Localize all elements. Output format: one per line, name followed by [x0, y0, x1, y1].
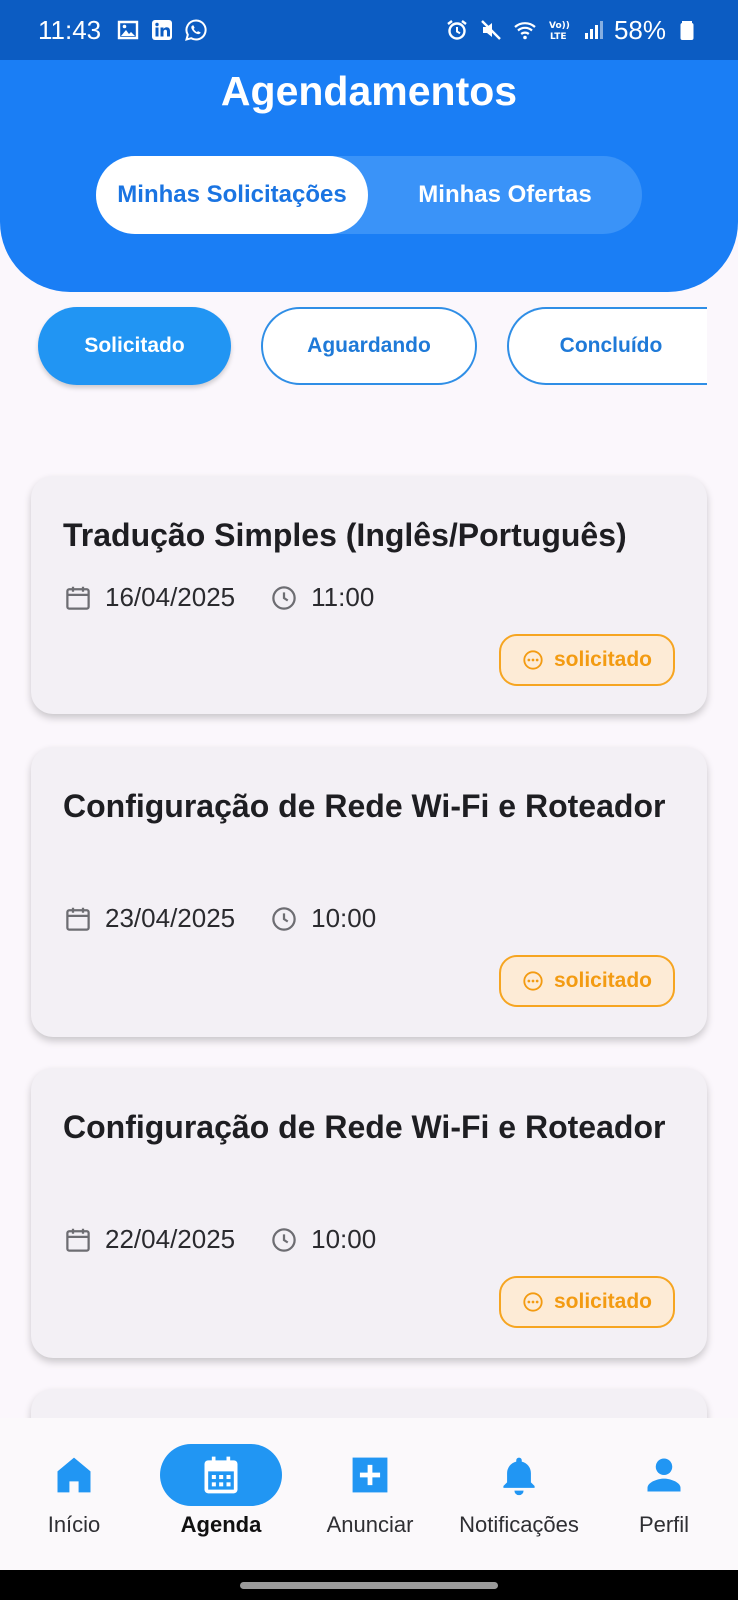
wifi-icon [512, 17, 538, 43]
appointment-meta: 16/04/2025 11:00 [63, 582, 374, 613]
mute-icon [478, 17, 504, 43]
pending-icon [522, 649, 544, 671]
whatsapp-icon [183, 17, 209, 43]
battery-percent: 58% [613, 14, 666, 45]
bottom-navigation: Início Agenda Anunciar Notificações Perf [0, 1418, 738, 1570]
status-badge: solicitado [499, 634, 675, 686]
image-icon [115, 17, 141, 43]
appointment-date: 23/04/2025 [105, 903, 236, 933]
status-badge: solicitado [499, 955, 675, 1007]
alarm-icon [444, 17, 470, 43]
nav-label: Agenda [180, 1512, 262, 1537]
calendar-icon [63, 583, 93, 613]
page-title: Agendamentos [220, 68, 518, 114]
filter-chip-solicitado[interactable]: Solicitado [38, 307, 231, 385]
calendar-icon [63, 904, 93, 934]
nav-inicio[interactable]: Início [18, 1418, 130, 1570]
clock-icon [269, 904, 299, 934]
segmented-control: Minhas Solicitações Minhas Ofertas [96, 156, 642, 234]
tab-minhas-solicitacoes[interactable]: Minhas Solicitações [96, 156, 368, 234]
nav-label: Anunciar [326, 1512, 414, 1537]
clock-icon [269, 583, 299, 613]
status-badge-label: solicitado [553, 1290, 653, 1313]
tab-minhas-ofertas[interactable]: Minhas Ofertas [368, 156, 642, 234]
add-box-icon [312, 1444, 428, 1506]
person-icon [618, 1444, 710, 1506]
gesture-bar [0, 1570, 738, 1600]
status-bar-left: 11:43 [38, 15, 209, 46]
filter-chip-aguardando[interactable]: Aguardando [261, 307, 477, 385]
nav-label: Início [47, 1512, 101, 1537]
app-screen: 11:43 Vo)) LTE 58% Agendamentos Minhas S… [0, 0, 738, 1600]
appointment-title: Configuração de Rede Wi-Fi e Roteador [63, 1109, 666, 1145]
status-badge-label: solicitado [553, 969, 653, 992]
nav-anunciar[interactable]: Anunciar [312, 1418, 428, 1570]
appointment-card[interactable]: Tradução Simples (Inglês/Português) 16/0… [31, 476, 707, 714]
bell-icon [444, 1444, 594, 1506]
battery-icon [674, 17, 700, 43]
clock-icon [269, 1225, 299, 1255]
appointment-time: 10:00 [311, 903, 377, 933]
calendar-icon [63, 1225, 93, 1255]
status-bar-right: Vo)) LTE 58% [444, 15, 700, 46]
status-time: 11:43 [38, 14, 102, 45]
appointment-title: Configuração de Rede Wi-Fi e Roteador [63, 788, 666, 824]
filter-chip-concluido-label: Concluído [559, 334, 663, 357]
appointment-meta: 22/04/2025 10:00 [63, 1224, 376, 1255]
appointment-time: 11:00 [311, 582, 375, 612]
nav-label: Perfil [638, 1512, 690, 1537]
nav-agenda[interactable]: Agenda [158, 1418, 284, 1570]
calendar-icon [160, 1444, 282, 1506]
linkedin-icon [149, 17, 175, 43]
nav-perfil[interactable]: Perfil [618, 1418, 710, 1570]
pending-icon [522, 970, 544, 992]
appointment-title: Tradução Simples (Inglês/Português) [63, 517, 627, 553]
status-bar: 11:43 Vo)) LTE 58% [0, 0, 738, 60]
pending-icon [522, 1291, 544, 1313]
status-badge-label: solicitado [553, 648, 653, 671]
appointment-date: 16/04/2025 [105, 582, 236, 612]
volte-icon: Vo)) LTE [546, 17, 572, 43]
appointment-date: 22/04/2025 [105, 1224, 236, 1254]
nav-notificacoes[interactable]: Notificações [444, 1418, 594, 1570]
status-badge: solicitado [499, 1276, 675, 1328]
header: Agendamentos Minhas Solicitações Minhas … [0, 60, 738, 292]
home-gesture-handle[interactable] [240, 1582, 498, 1589]
appointment-card[interactable]: Configuração de Rede Wi-Fi e Roteador 22… [31, 1068, 707, 1358]
nav-label: Notificações [459, 1512, 579, 1537]
appointment-card[interactable]: Configuração de Rede Wi-Fi e Roteador 23… [31, 747, 707, 1037]
svg-text:LTE: LTE [550, 32, 567, 42]
signal-icon [580, 17, 606, 43]
filter-chip-concluido[interactable]: Concluído [507, 307, 707, 385]
home-icon [18, 1444, 130, 1506]
appointment-meta: 23/04/2025 10:00 [63, 903, 376, 934]
appointment-time: 10:00 [311, 1224, 377, 1254]
svg-text:Vo)): Vo)) [549, 21, 570, 31]
